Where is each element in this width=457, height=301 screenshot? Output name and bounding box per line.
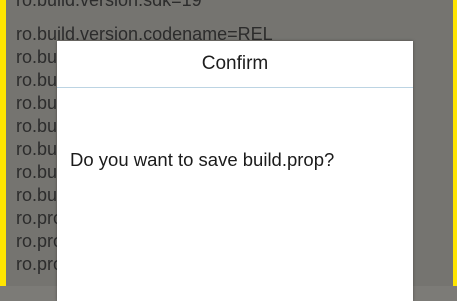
- confirm-dialog: Confirm Do you want to save build.prop?: [57, 41, 413, 301]
- dialog-message: Do you want to save build.prop?: [70, 149, 335, 170]
- editor-line: ro.build.version.sdk=19: [16, 0, 202, 10]
- dialog-title: Confirm: [201, 53, 269, 74]
- frame-right: [453, 0, 457, 286]
- dialog-divider: [57, 87, 413, 88]
